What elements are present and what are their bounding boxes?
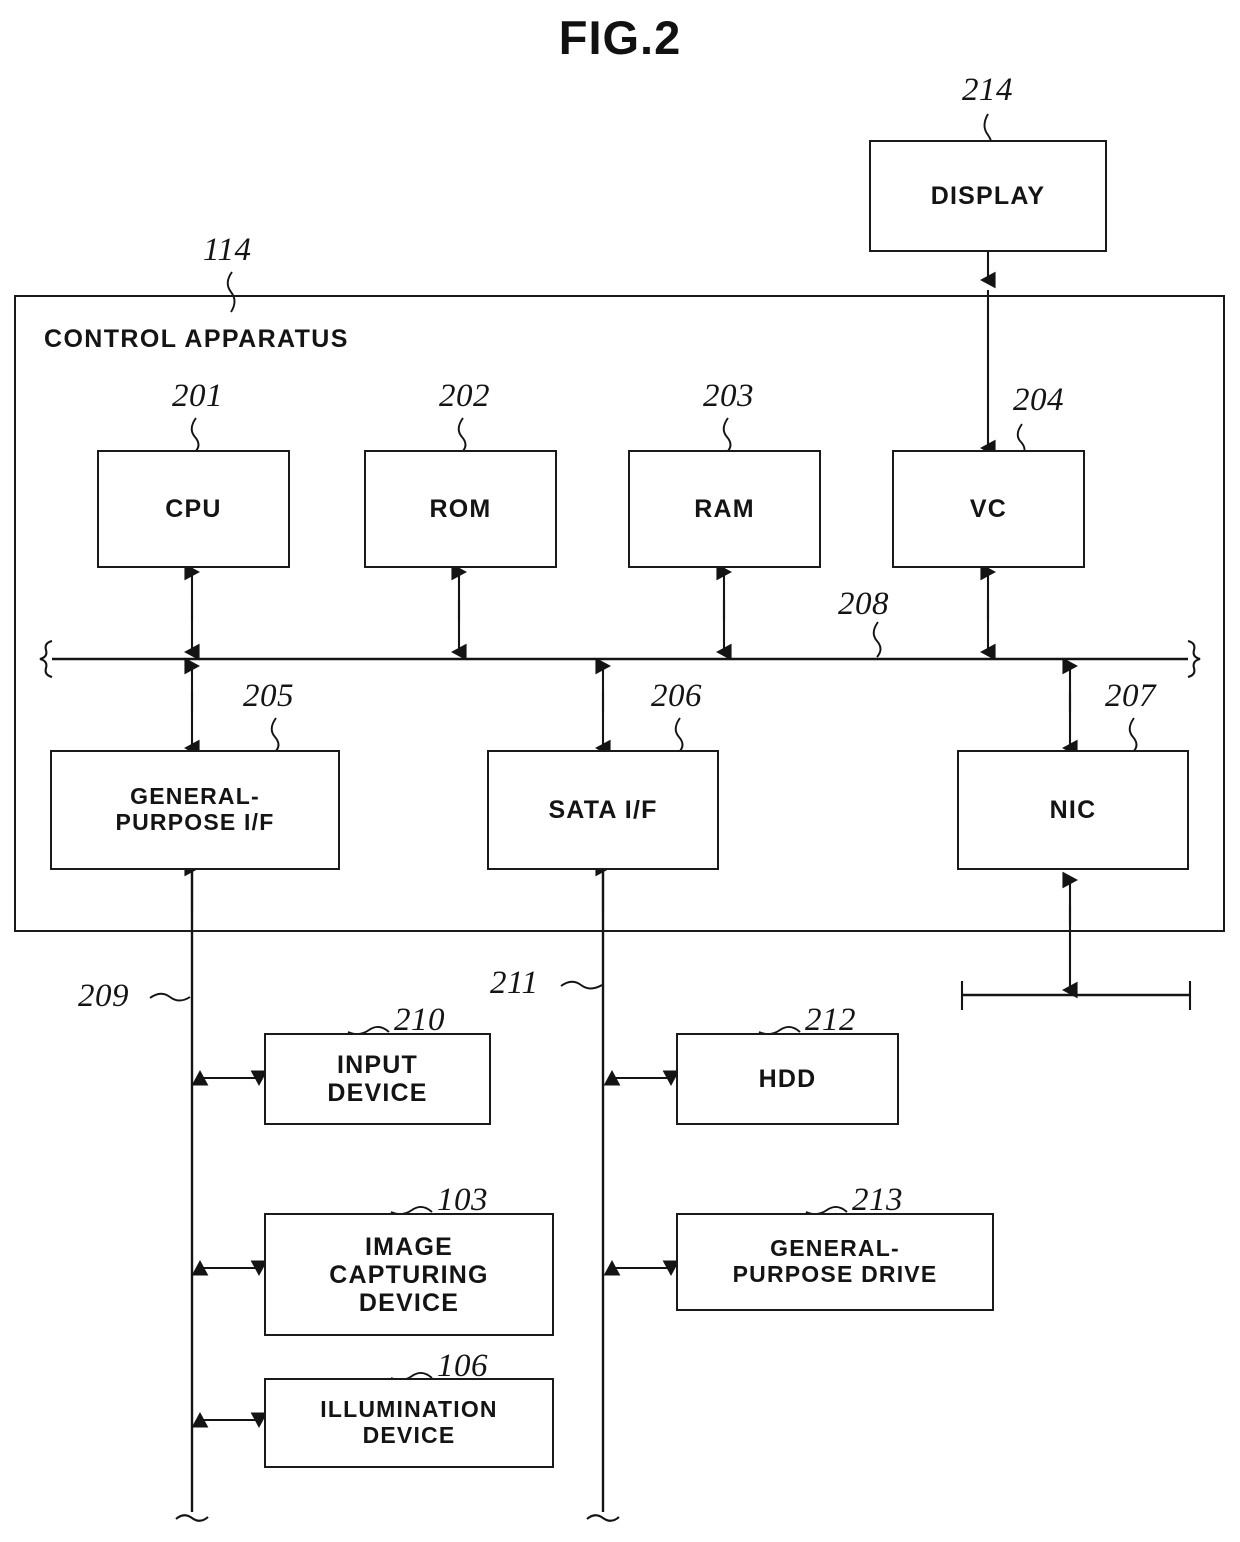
block-input-device-label: INPUT DEVICE (327, 1051, 428, 1107)
block-hdd-label: HDD (758, 1065, 817, 1093)
block-rom[interactable]: ROM (364, 450, 557, 568)
ref-203: 203 (703, 378, 754, 414)
block-general-purpose-if[interactable]: GENERAL- PURPOSE I/F (50, 750, 340, 870)
ref-103: 103 (437, 1182, 488, 1218)
block-input-device[interactable]: INPUT DEVICE (264, 1033, 491, 1125)
block-illumination-device[interactable]: ILLUMINATION DEVICE (264, 1378, 554, 1468)
ref-204: 204 (1013, 382, 1064, 418)
ref-214: 214 (962, 72, 1013, 108)
block-nic[interactable]: NIC (957, 750, 1189, 870)
block-image-capturing-device-label: IMAGE CAPTURING DEVICE (329, 1232, 489, 1317)
patent-figure: FIG.2 CONTROL APPARATUS 114 DISPLAY 214 … (0, 0, 1240, 1542)
ref-210: 210 (394, 1002, 445, 1038)
figure-title: FIG.2 (558, 11, 682, 64)
ref-208: 208 (838, 586, 889, 622)
ref-212: 212 (805, 1002, 856, 1038)
general-bus-break-209 (175, 1514, 209, 1522)
block-display-label: DISPLAY (930, 182, 1046, 210)
ref-114: 114 (203, 232, 252, 268)
block-ram[interactable]: RAM (628, 450, 821, 568)
block-general-purpose-drive-label: GENERAL- PURPOSE DRIVE (732, 1235, 938, 1287)
block-cpu-label: CPU (165, 495, 222, 523)
block-sata-if-label: SATA I/F (548, 796, 658, 824)
leader-209 (149, 992, 191, 1002)
ref-106: 106 (437, 1348, 488, 1384)
block-nic-label: NIC (1049, 796, 1097, 824)
block-image-capturing-device[interactable]: IMAGE CAPTURING DEVICE (264, 1213, 554, 1336)
ref-207: 207 (1105, 678, 1156, 714)
block-display[interactable]: DISPLAY (869, 140, 1107, 252)
ref-211: 211 (490, 965, 539, 1001)
block-vc-label: VC (969, 495, 1008, 523)
block-general-purpose-drive[interactable]: GENERAL- PURPOSE DRIVE (676, 1213, 994, 1311)
block-general-purpose-if-label: GENERAL- PURPOSE I/F (115, 783, 275, 835)
block-ram-label: RAM (694, 495, 755, 523)
ref-202: 202 (439, 378, 490, 414)
leader-211 (560, 980, 603, 990)
block-rom-label: ROM (429, 495, 492, 523)
sata-bus-break-211 (586, 1514, 620, 1522)
ref-213: 213 (852, 1182, 903, 1218)
ref-206: 206 (651, 678, 702, 714)
block-sata-if[interactable]: SATA I/F (487, 750, 719, 870)
block-hdd[interactable]: HDD (676, 1033, 899, 1125)
ref-201: 201 (172, 378, 223, 414)
control-apparatus-label: CONTROL APPARATUS (44, 325, 349, 353)
block-cpu[interactable]: CPU (97, 450, 290, 568)
block-illumination-device-label: ILLUMINATION DEVICE (320, 1396, 498, 1448)
ref-209: 209 (78, 978, 129, 1014)
ref-205: 205 (243, 678, 294, 714)
block-vc[interactable]: VC (892, 450, 1085, 568)
